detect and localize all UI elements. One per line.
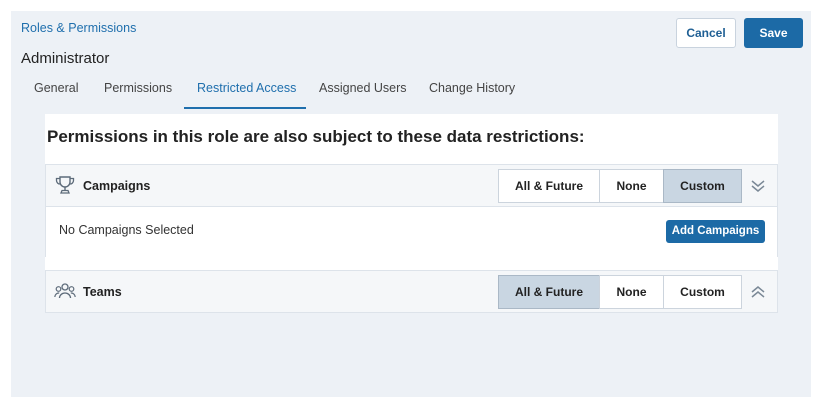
restrictions-panel: Permissions in this role are also subjec… [45,114,778,313]
tab-assigned-users[interactable]: Assigned Users [319,81,407,110]
page-title: Administrator [21,50,110,67]
teams-title: Teams [83,285,122,299]
restrictions-heading: Permissions in this role are also subjec… [47,127,585,146]
breadcrumb[interactable]: Roles & Permissions [21,21,136,35]
campaigns-section-body: No Campaigns Selected Add Campaigns [46,206,777,257]
tab-restricted-access[interactable]: Restricted Access [197,81,296,110]
campaigns-none-option[interactable]: None [599,169,664,203]
tab-general[interactable]: General [34,81,78,110]
cancel-button[interactable]: Cancel [676,18,736,48]
campaigns-section-header: Campaigns All & Future None Custom [46,165,777,206]
chevron-double-down-icon[interactable] [750,177,766,195]
save-button[interactable]: Save [744,18,803,48]
campaigns-custom-option[interactable]: Custom [663,169,742,203]
add-campaigns-button[interactable]: Add Campaigns [666,220,765,243]
users-icon [54,281,76,301]
tab-change-history[interactable]: Change History [429,81,515,110]
active-tab-indicator [184,107,306,109]
chevron-double-up-icon[interactable] [750,283,766,301]
campaigns-title: Campaigns [83,179,151,193]
trophy-icon [54,175,76,195]
no-campaigns-text: No Campaigns Selected [59,223,194,237]
campaigns-all-future-option[interactable]: All & Future [498,169,600,203]
teams-none-option[interactable]: None [599,275,664,309]
teams-section: Teams All & Future None Custom [45,270,778,313]
page-frame: Roles & Permissions Administrator Cancel… [11,11,811,397]
teams-all-future-option[interactable]: All & Future [498,275,600,309]
tab-permissions[interactable]: Permissions [104,81,172,110]
campaigns-section: Campaigns All & Future None Custom No Ca… [45,164,778,257]
teams-section-header: Teams All & Future None Custom [46,271,777,312]
teams-custom-option[interactable]: Custom [663,275,742,309]
